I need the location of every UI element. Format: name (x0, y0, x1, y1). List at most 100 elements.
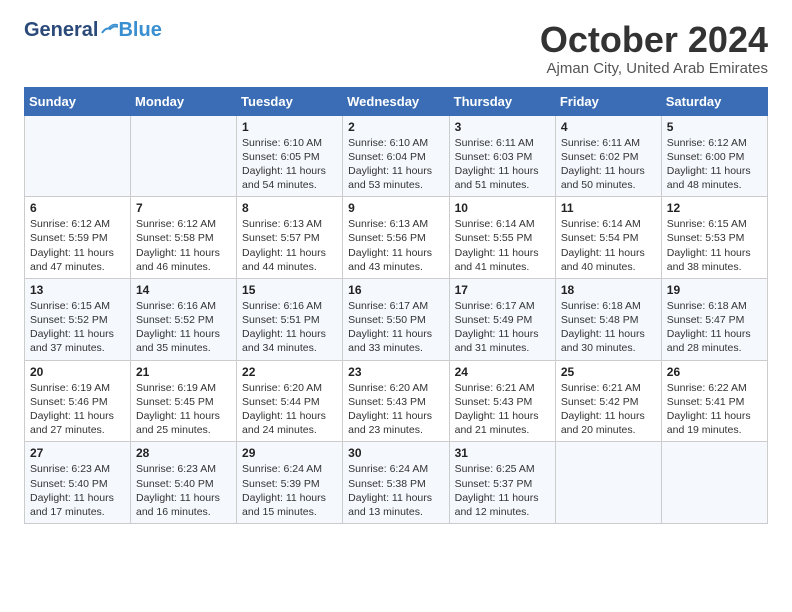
calendar-cell: 20 Sunrise: 6:19 AMSunset: 5:46 PMDayligh… (25, 360, 131, 442)
calendar-cell: 21Sunrise: 6:19 AMSunset: 5:45 PMDayligh… (131, 360, 237, 442)
day-number: 20 (30, 365, 125, 379)
day-info: Sunrise: 6:14 AMSunset: 5:54 PMDaylight:… (561, 217, 656, 274)
day-number: 3 (455, 120, 550, 134)
calendar-cell: 7Sunrise: 6:12 AMSunset: 5:58 PMDaylight… (131, 197, 237, 279)
week-row-2: 6Sunrise: 6:12 AMSunset: 5:59 PMDaylight… (25, 197, 768, 279)
day-number: 7 (136, 201, 231, 215)
day-number: 27 (30, 446, 125, 460)
day-info: Sunrise: 6:12 AMSunset: 6:00 PMDaylight:… (667, 136, 762, 193)
calendar-cell: 13 Sunrise: 6:15 AMSunset: 5:52 PMDayligh… (25, 278, 131, 360)
calendar-cell: 24 Sunrise: 6:21 AMSunset: 5:43 PMDayligh… (449, 360, 555, 442)
calendar-cell: 17 Sunrise: 6:17 AMSunset: 5:49 PMDayligh… (449, 278, 555, 360)
calendar-cell: 5 Sunrise: 6:12 AMSunset: 6:00 PMDaylight… (661, 115, 767, 197)
day-info: Sunrise: 6:22 AMSunset: 5:41 PMDaylight:… (667, 381, 762, 438)
day-number: 10 (455, 201, 550, 215)
day-number: 9 (348, 201, 443, 215)
day-number: 1 (242, 120, 337, 134)
calendar-cell: 29 Sunrise: 6:24 AMSunset: 5:39 PMDayligh… (237, 442, 343, 524)
day-info: Sunrise: 6:20 AMSunset: 5:44 PMDaylight:… (242, 381, 337, 438)
calendar-cell: 14 Sunrise: 6:16 AMSunset: 5:52 PMDayligh… (131, 278, 237, 360)
day-info: Sunrise: 6:24 AMSunset: 5:39 PMDaylight:… (242, 462, 337, 519)
day-number: 24 (455, 365, 550, 379)
day-number: 18 (561, 283, 656, 297)
calendar-cell: 16 Sunrise: 6:17 AMSunset: 5:50 PMDayligh… (343, 278, 449, 360)
calendar-cell: 2Sunrise: 6:10 AMSunset: 6:04 PMDaylight… (343, 115, 449, 197)
day-number: 2 (348, 120, 443, 134)
day-info: Sunrise: 6:11 AMSunset: 6:03 PMDaylight:… (455, 136, 550, 193)
day-info: Sunrise: 6:13 AMSunset: 5:56 PMDaylight:… (348, 217, 443, 274)
day-info: Sunrise: 6:17 AMSunset: 5:50 PMDaylight:… (348, 299, 443, 356)
calendar-cell: 28 Sunrise: 6:23 AMSunset: 5:40 PMDayligh… (131, 442, 237, 524)
day-number: 22 (242, 365, 337, 379)
day-number: 5 (667, 120, 762, 134)
week-row-1: 1Sunrise: 6:10 AMSunset: 6:05 PMDaylight… (25, 115, 768, 197)
calendar-cell: 27Sunrise: 6:23 AMSunset: 5:40 PMDayligh… (25, 442, 131, 524)
page-header: General Blue October 2024 Ajman City, Un… (24, 20, 768, 77)
day-info: Sunrise: 6:13 AMSunset: 5:57 PMDaylight:… (242, 217, 337, 274)
calendar-cell: 18 Sunrise: 6:18 AMSunset: 5:48 PMDayligh… (555, 278, 661, 360)
day-info: Sunrise: 6:21 AMSunset: 5:43 PMDaylight:… (455, 381, 550, 438)
calendar-cell: 8Sunrise: 6:13 AMSunset: 5:57 PMDaylight… (237, 197, 343, 279)
title-block: October 2024 Ajman City, United Arab Emi… (540, 20, 768, 77)
weekday-header-row: SundayMondayTuesdayWednesdayThursdayFrid… (25, 87, 768, 115)
logo-general: General (24, 20, 98, 40)
calendar-cell: 12 Sunrise: 6:15 AMSunset: 5:53 PMDayligh… (661, 197, 767, 279)
day-number: 14 (136, 283, 231, 297)
day-number: 17 (455, 283, 550, 297)
logo-text: General Blue (24, 20, 162, 40)
day-number: 25 (561, 365, 656, 379)
calendar-cell: 6Sunrise: 6:12 AMSunset: 5:59 PMDaylight… (25, 197, 131, 279)
calendar-table: SundayMondayTuesdayWednesdayThursdayFrid… (24, 87, 768, 524)
calendar-cell (555, 442, 661, 524)
weekday-saturday: Saturday (661, 87, 767, 115)
day-info: Sunrise: 6:18 AMSunset: 5:48 PMDaylight:… (561, 299, 656, 356)
calendar-cell: 22 Sunrise: 6:20 AMSunset: 5:44 PMDayligh… (237, 360, 343, 442)
day-number: 28 (136, 446, 231, 460)
calendar-cell: 26Sunrise: 6:22 AMSunset: 5:41 PMDayligh… (661, 360, 767, 442)
day-number: 13 (30, 283, 125, 297)
calendar-cell (661, 442, 767, 524)
calendar-cell: 1Sunrise: 6:10 AMSunset: 6:05 PMDaylight… (237, 115, 343, 197)
calendar-cell: 9 Sunrise: 6:13 AMSunset: 5:56 PMDaylight… (343, 197, 449, 279)
day-number: 6 (30, 201, 125, 215)
week-row-4: 20 Sunrise: 6:19 AMSunset: 5:46 PMDayligh… (25, 360, 768, 442)
month-title: October 2024 (540, 20, 768, 60)
day-info: Sunrise: 6:14 AMSunset: 5:55 PMDaylight:… (455, 217, 550, 274)
calendar-cell: 19Sunrise: 6:18 AMSunset: 5:47 PMDayligh… (661, 278, 767, 360)
day-number: 4 (561, 120, 656, 134)
logo-blue: Blue (118, 20, 161, 40)
day-info: Sunrise: 6:15 AMSunset: 5:53 PMDaylight:… (667, 217, 762, 274)
week-row-3: 13 Sunrise: 6:15 AMSunset: 5:52 PMDayligh… (25, 278, 768, 360)
calendar-body: 1Sunrise: 6:10 AMSunset: 6:05 PMDaylight… (25, 115, 768, 523)
logo-bird-icon (100, 23, 118, 37)
day-number: 16 (348, 283, 443, 297)
calendar-cell: 11 Sunrise: 6:14 AMSunset: 5:54 PMDayligh… (555, 197, 661, 279)
day-number: 29 (242, 446, 337, 460)
day-number: 15 (242, 283, 337, 297)
calendar-cell (25, 115, 131, 197)
calendar-cell: 30Sunrise: 6:24 AMSunset: 5:38 PMDayligh… (343, 442, 449, 524)
day-info: Sunrise: 6:18 AMSunset: 5:47 PMDaylight:… (667, 299, 762, 356)
day-number: 23 (348, 365, 443, 379)
calendar-cell: 10 Sunrise: 6:14 AMSunset: 5:55 PMDayligh… (449, 197, 555, 279)
day-info: Sunrise: 6:19 AMSunset: 5:46 PMDaylight:… (30, 381, 125, 438)
day-number: 11 (561, 201, 656, 215)
day-info: Sunrise: 6:16 AMSunset: 5:52 PMDaylight:… (136, 299, 231, 356)
day-info: Sunrise: 6:11 AMSunset: 6:02 PMDaylight:… (561, 136, 656, 193)
calendar-cell (131, 115, 237, 197)
day-info: Sunrise: 6:15 AMSunset: 5:52 PMDaylight:… (30, 299, 125, 356)
calendar-cell: 31Sunrise: 6:25 AMSunset: 5:37 PMDayligh… (449, 442, 555, 524)
day-info: Sunrise: 6:16 AMSunset: 5:51 PMDaylight:… (242, 299, 337, 356)
day-info: Sunrise: 6:20 AMSunset: 5:43 PMDaylight:… (348, 381, 443, 438)
weekday-wednesday: Wednesday (343, 87, 449, 115)
calendar-cell: 3 Sunrise: 6:11 AMSunset: 6:03 PMDaylight… (449, 115, 555, 197)
day-info: Sunrise: 6:17 AMSunset: 5:49 PMDaylight:… (455, 299, 550, 356)
day-number: 12 (667, 201, 762, 215)
day-info: Sunrise: 6:21 AMSunset: 5:42 PMDaylight:… (561, 381, 656, 438)
calendar-cell: 4 Sunrise: 6:11 AMSunset: 6:02 PMDaylight… (555, 115, 661, 197)
day-number: 31 (455, 446, 550, 460)
weekday-tuesday: Tuesday (237, 87, 343, 115)
day-info: Sunrise: 6:23 AMSunset: 5:40 PMDaylight:… (136, 462, 231, 519)
calendar-cell: 15 Sunrise: 6:16 AMSunset: 5:51 PMDayligh… (237, 278, 343, 360)
day-number: 30 (348, 446, 443, 460)
